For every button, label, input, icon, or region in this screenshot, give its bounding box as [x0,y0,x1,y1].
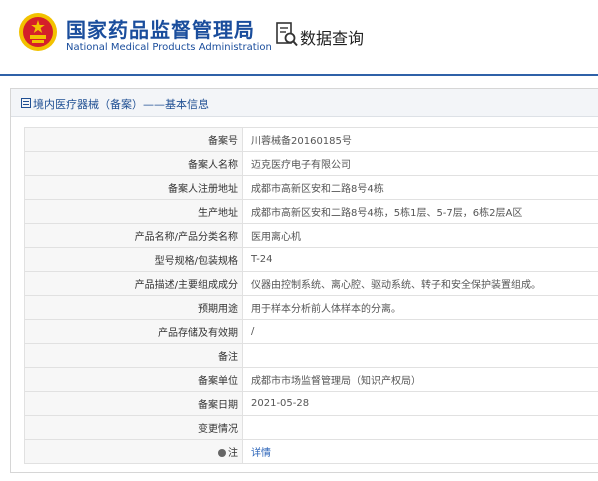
note-value-cell: 详情 [242,439,598,464]
table-row: 备案人注册地址 成都市高新区安和二路8号4栋 [24,175,598,200]
site-header: 国家药品监督管理局 National Medical Products Admi… [0,0,598,70]
record-table: 备案号 川蓉械备20160185号 备案人名称 迈克医疗电子有限公司 备案人注册… [24,127,598,464]
row-value: / [242,319,598,344]
row-value [242,415,598,440]
row-label: 变更情况 [24,415,243,440]
table-row: 备注 [24,343,598,368]
org-name-cn: 国家药品监督管理局 [66,18,255,42]
panel-title-bar: 境内医疗器械（备案）——基本信息 [11,89,598,117]
row-label: 备案人注册地址 [24,175,243,200]
row-label: 备注 [24,343,243,368]
row-value: 仪器由控制系统、离心腔、驱动系统、转子和安全保护装置组成。 [242,271,598,296]
table-row: 备案号 川蓉械备20160185号 [24,127,598,152]
record-panel: 境内医疗器械（备案）——基本信息 备案号 川蓉械备20160185号 备案人名称… [10,88,598,473]
row-label: 产品描述/主要组成成分 [24,271,243,296]
row-value: 成都市高新区安和二路8号4栋 [242,175,598,200]
table-row: 产品名称/产品分类名称 医用离心机 [24,223,598,248]
table-row: 型号规格/包装规格 T-24 [24,247,598,272]
table-row: 生产地址 成都市高新区安和二路8号4栋，5栋1层、5-7层，6栋2层A区 [24,199,598,224]
row-label: 备案人名称 [24,151,243,176]
row-value: 成都市市场监督管理局（知识产权局） [242,367,598,392]
row-label: 备案号 [24,127,243,152]
row-value [242,343,598,368]
table-row: 变更情况 [24,415,598,440]
row-value: 川蓉械备20160185号 [242,127,598,152]
note-row: 注 详情 [24,439,598,464]
list-icon [21,98,31,108]
row-label: 型号规格/包装规格 [24,247,243,272]
table-row: 预期用途 用于样本分析前人体样本的分离。 [24,295,598,320]
row-value: 迈克医疗电子有限公司 [242,151,598,176]
note-label: 注 [228,448,238,459]
row-value: 2021-05-28 [242,391,598,416]
bulb-icon [218,449,226,457]
org-name-en: National Medical Products Administration [66,42,272,53]
row-label: 备案单位 [24,367,243,392]
details-link[interactable]: 详情 [251,448,271,459]
row-label: 生产地址 [24,199,243,224]
row-value: T-24 [242,247,598,272]
row-value: 成都市高新区安和二路8号4栋，5栋1层、5-7层，6栋2层A区 [242,199,598,224]
magnifier-document-icon [276,22,298,47]
table-row: 备案日期 2021-05-28 [24,391,598,416]
table-row: 产品存储及有效期 / [24,319,598,344]
row-label: 产品存储及有效期 [24,319,243,344]
data-query-label: 数据查询 [300,29,365,48]
note-label-cell: 注 [24,439,243,464]
row-label: 备案日期 [24,391,243,416]
national-emblem-icon [19,13,57,51]
table-row: 备案单位 成都市市场监督管理局（知识产权局） [24,367,598,392]
row-value: 用于样本分析前人体样本的分离。 [242,295,598,320]
row-value: 医用离心机 [242,223,598,248]
table-row: 备案人名称 迈克医疗电子有限公司 [24,151,598,176]
panel-title: 境内医疗器械（备案）——基本信息 [33,98,209,111]
row-label: 产品名称/产品分类名称 [24,223,243,248]
table-row: 产品描述/主要组成成分 仪器由控制系统、离心腔、驱动系统、转子和安全保护装置组成… [24,271,598,296]
row-label: 预期用途 [24,295,243,320]
header-divider [0,74,598,76]
